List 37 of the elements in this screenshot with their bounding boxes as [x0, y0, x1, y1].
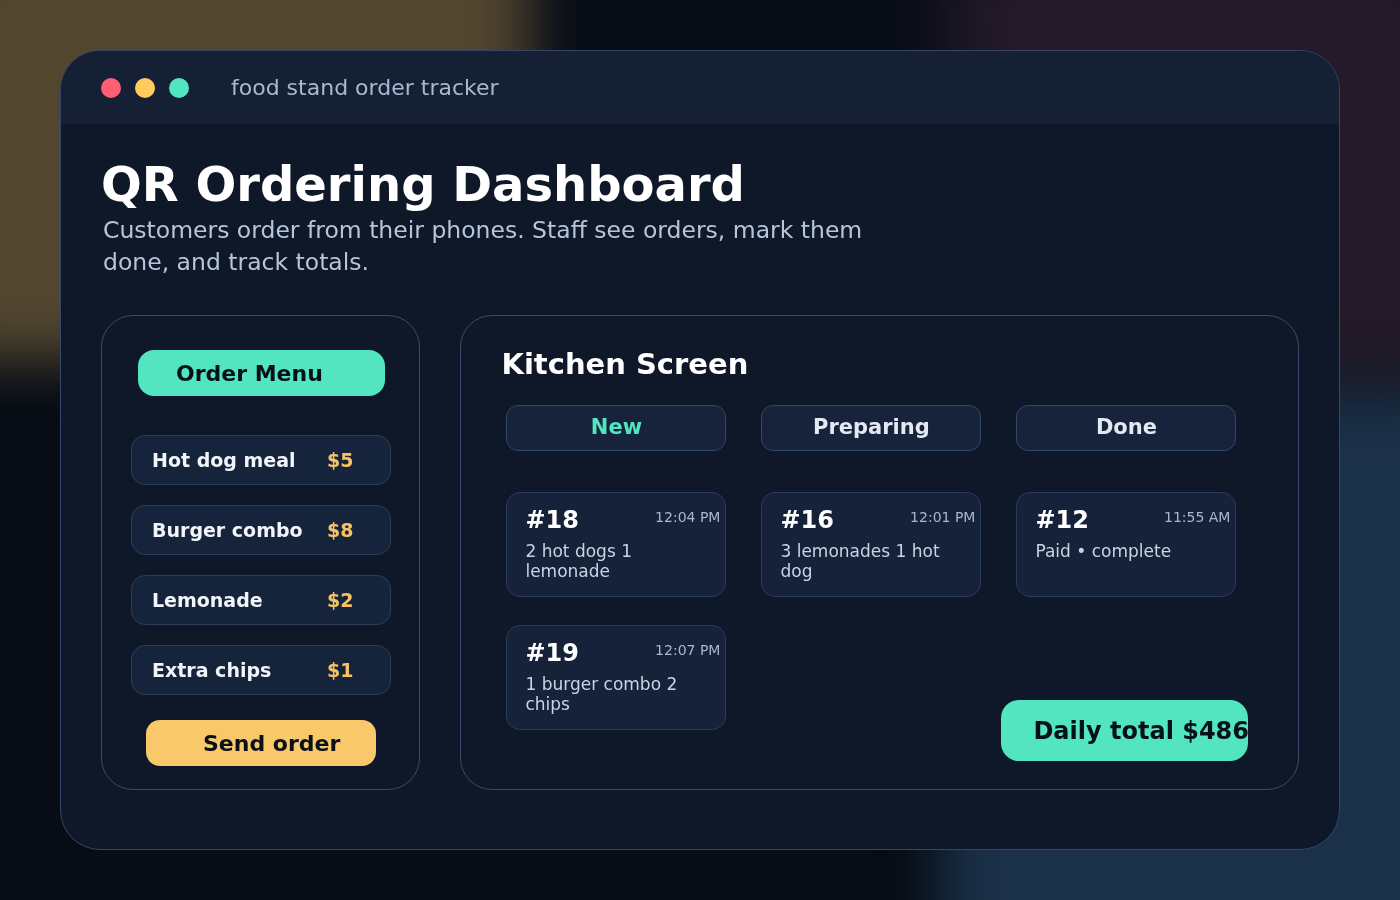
order-number: #12 — [1035, 505, 1089, 535]
window-dot-icon[interactable] — [169, 77, 189, 98]
order-details: 1 burger combo 2 chips — [525, 674, 679, 714]
order-number: #16 — [780, 505, 834, 535]
window-title: food stand order tracker — [231, 74, 499, 102]
window-dot-icon[interactable] — [101, 77, 121, 98]
item-price: $2 — [327, 587, 354, 613]
window-dot-icon[interactable] — [135, 77, 155, 98]
status-tab[interactable]: New — [506, 405, 727, 451]
order-details: Paid • complete — [1035, 541, 1173, 561]
status-tab[interactable]: Done — [1016, 405, 1237, 451]
kitchen-title: Kitchen Screen — [501, 346, 750, 382]
item-price: $1 — [327, 657, 354, 683]
menu-item[interactable]: Hot dog meal $5 — [131, 435, 391, 485]
order-time: 12:07 PM — [655, 641, 721, 659]
order-time: 12:01 PM — [910, 508, 976, 526]
menu-item[interactable]: Burger combo $8 — [131, 505, 391, 555]
item-name: Burger combo — [152, 517, 304, 543]
page-subtitle: Customers order from their phones. Staff see orders, mark them done, and track totals. — [103, 215, 864, 278]
item-name: Lemonade — [152, 587, 264, 613]
menu-item[interactable]: Lemonade $2 — [131, 575, 391, 625]
item-price: $5 — [327, 447, 354, 473]
order-menu-title: Order Menu — [138, 350, 385, 396]
item-name: Hot dog meal — [152, 447, 297, 473]
menu-item[interactable]: Extra chips $1 — [131, 645, 391, 695]
page-title: QR Ordering Dashboard — [101, 155, 746, 214]
order-time: 11:55 AM — [1164, 508, 1231, 526]
order-number: #18 — [525, 505, 579, 535]
status-tab[interactable]: Preparing — [761, 405, 982, 451]
order-time: 12:04 PM — [655, 508, 721, 526]
send-order-button[interactable]: Send order — [146, 720, 376, 766]
daily-total: Daily total $486 — [1001, 700, 1249, 761]
order-number: #19 — [525, 638, 579, 668]
item-price: $8 — [327, 517, 354, 543]
order-details: 2 hot dogs 1 lemonade — [525, 541, 633, 581]
item-name: Extra chips — [152, 657, 273, 683]
order-details: 3 lemonades 1 hot dog — [780, 541, 941, 581]
